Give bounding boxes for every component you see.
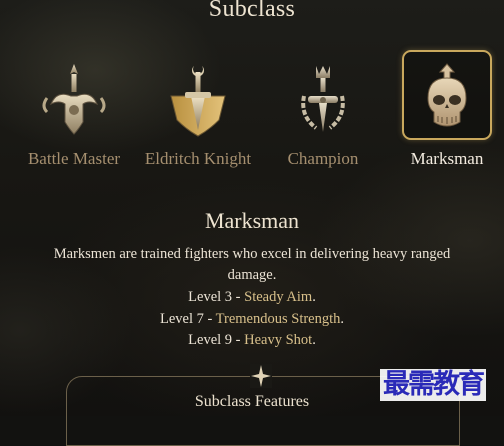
subclass-label: Eldritch Knight: [144, 149, 252, 168]
battle-master-emblem-icon: [42, 64, 106, 135]
feature-steady-aim[interactable]: Steady Aim: [244, 289, 312, 305]
level-7-feature-line: Level 7 - Tremendous Strength.: [0, 311, 504, 328]
subclass-label: Champion: [287, 149, 359, 168]
subclass-option-champion[interactable]: Champion: [264, 56, 382, 176]
level-prefix: Level 9 -: [188, 332, 245, 348]
marksman-skull-emblem-icon: [427, 63, 467, 127]
level-suffix: .: [312, 289, 316, 305]
level-prefix: Level 3 -: [188, 289, 245, 305]
subclass-label: Marksman: [410, 149, 484, 168]
subclass-option-battle-master[interactable]: Battle Master: [15, 56, 133, 176]
feature-tremendous-strength[interactable]: Tremendous Strength: [216, 311, 341, 327]
watermark-logo: 最需教育: [380, 369, 486, 401]
subclass-detail-title: Marksman: [204, 208, 300, 233]
sparkle-star-icon: [250, 364, 272, 388]
subclass-label: Battle Master: [27, 149, 121, 168]
feature-heavy-shot[interactable]: Heavy Shot: [244, 332, 312, 348]
subclass-description: Marksmen are trained fighters who excel …: [53, 246, 451, 283]
level-9-feature-line: Level 9 - Heavy Shot.: [0, 332, 504, 349]
level-suffix: .: [340, 311, 345, 327]
level-suffix: .: [312, 332, 316, 348]
level-3-feature-line: Level 3 - Steady Aim.: [0, 289, 504, 306]
eldritch-knight-emblem-icon: [170, 66, 226, 137]
champion-emblem-icon: [301, 66, 345, 132]
screen-heading: Subclass: [208, 0, 296, 22]
subclass-option-eldritch-knight[interactable]: Eldritch Knight: [139, 56, 257, 176]
level-prefix: Level 7 -: [159, 311, 216, 327]
subclass-option-marksman[interactable]: Marksman: [388, 56, 504, 176]
